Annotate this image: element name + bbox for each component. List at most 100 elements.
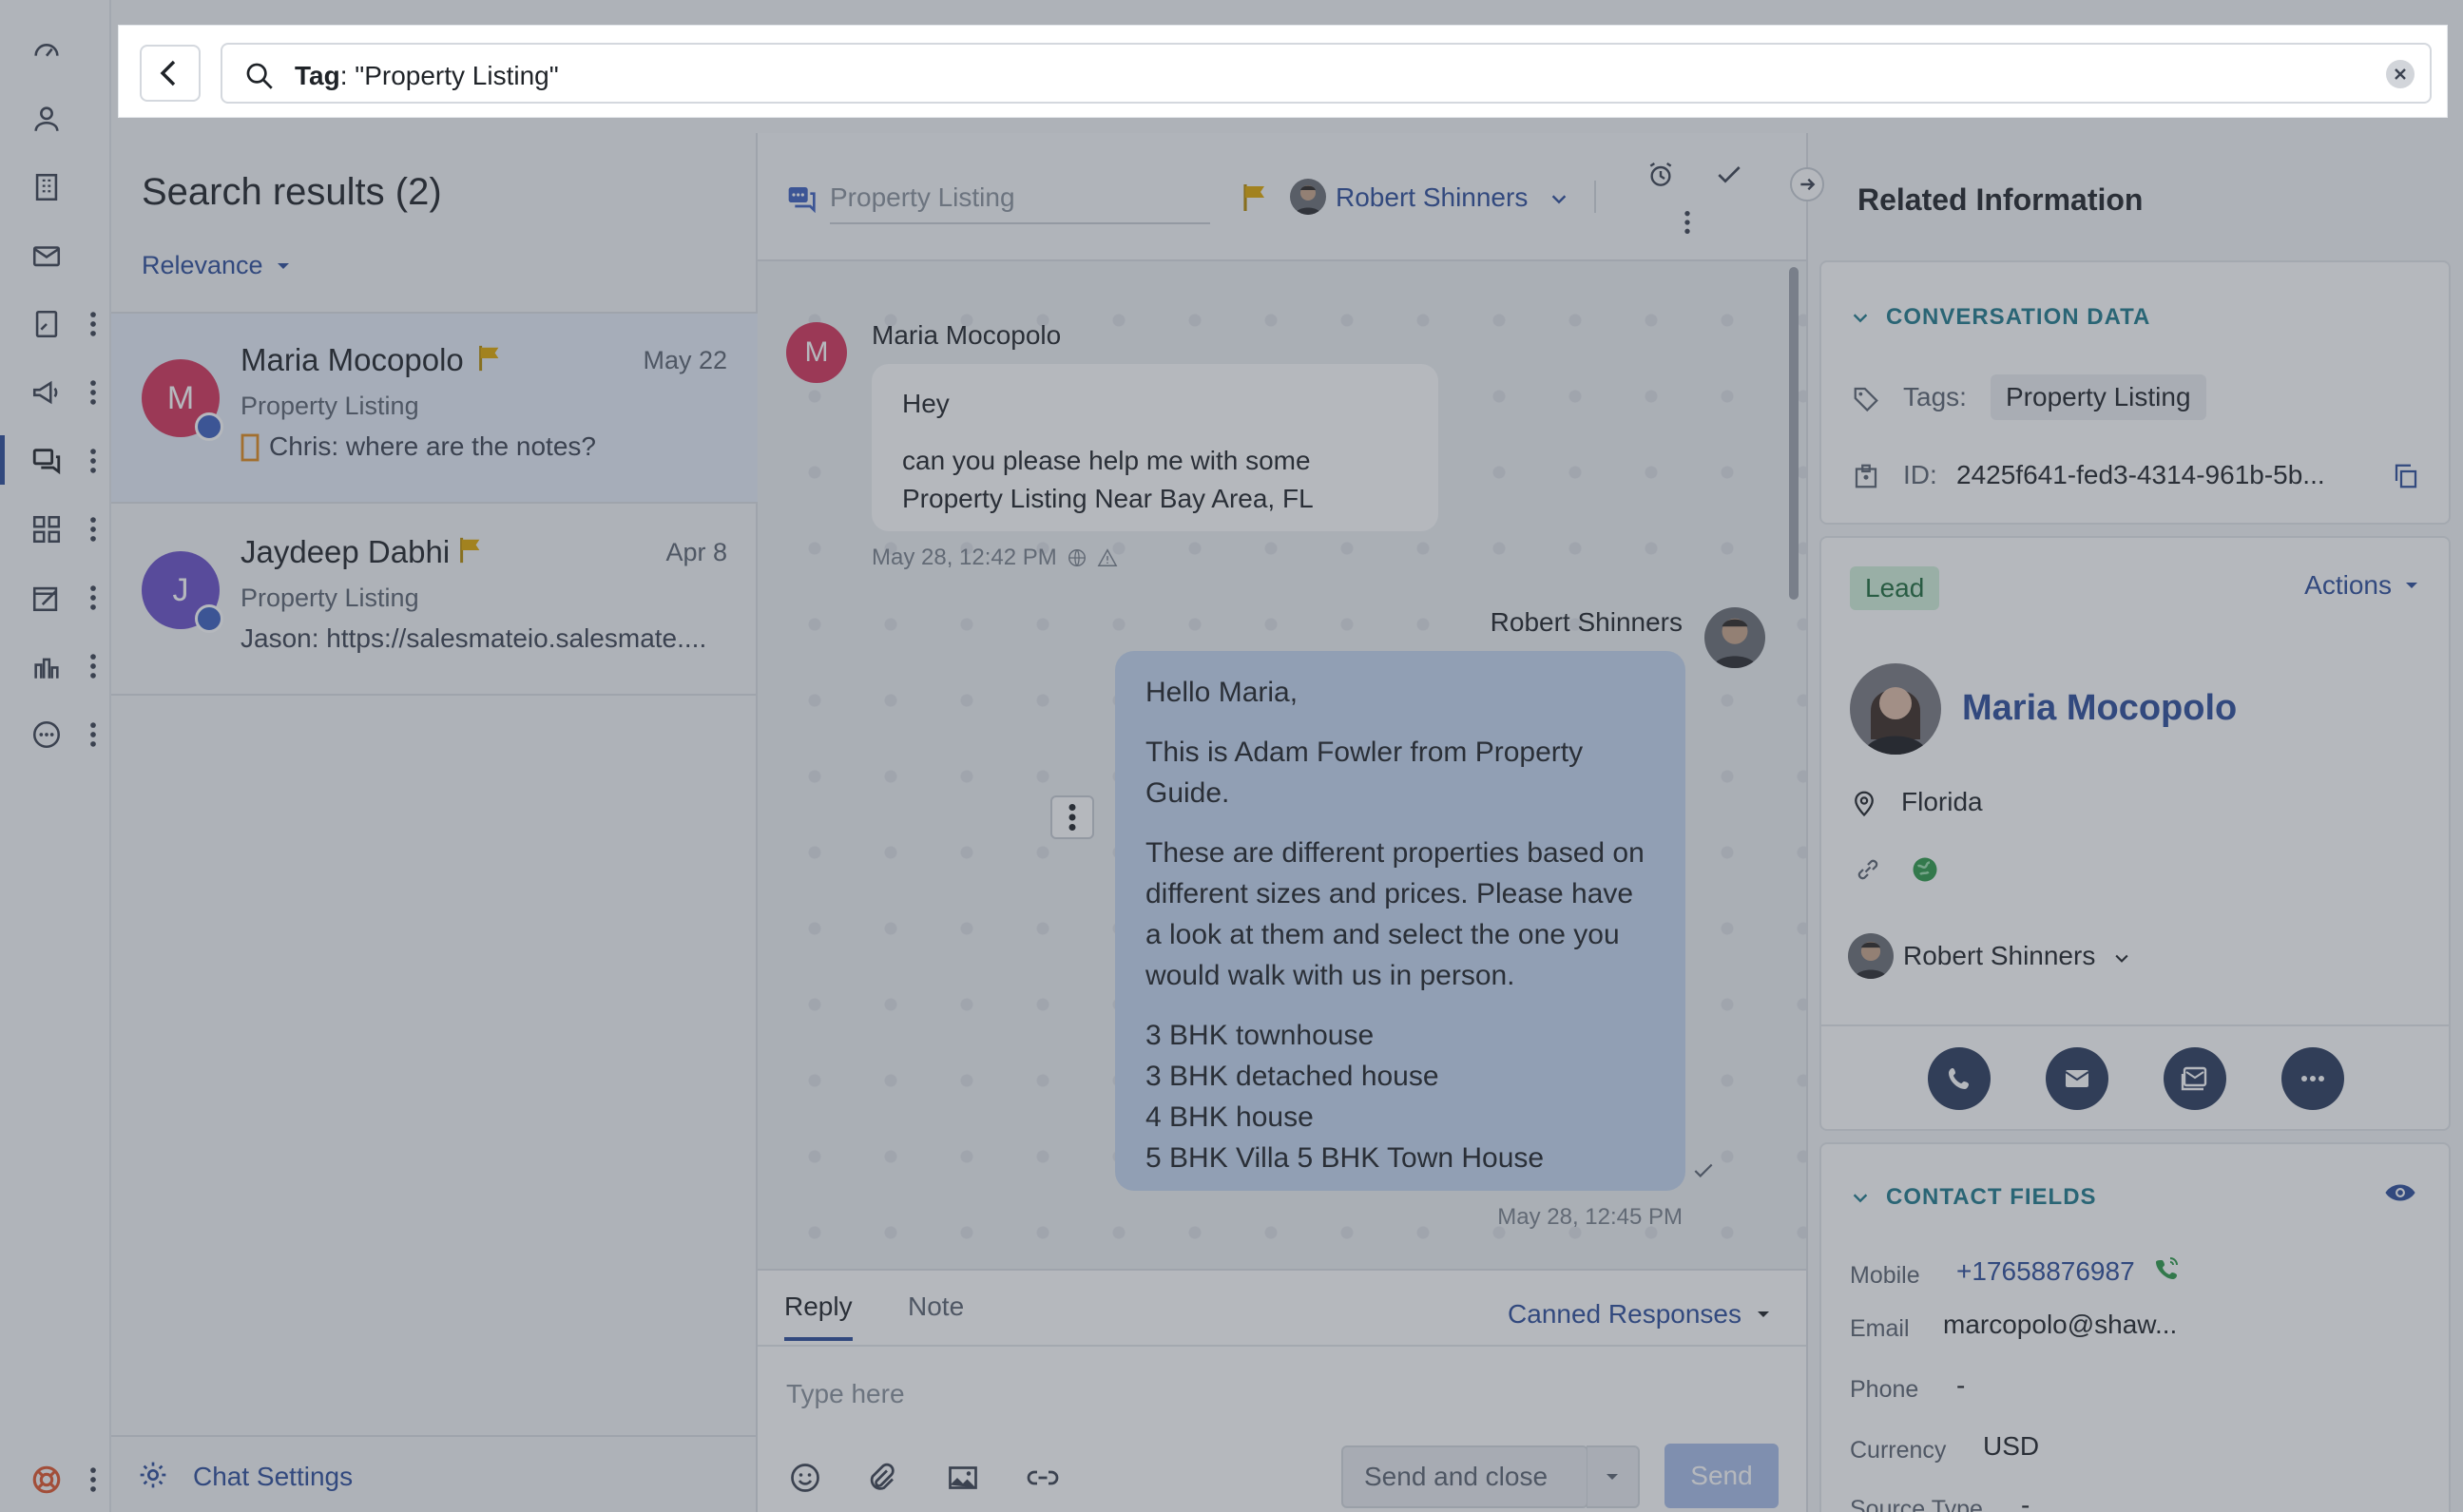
tab-reply[interactable]: Reply: [784, 1292, 853, 1341]
section-toggle[interactable]: CONVERSATION DATA: [1850, 304, 2150, 331]
conversation-title-input[interactable]: Property Listing: [830, 182, 1210, 224]
chat-channel-icon: [788, 187, 816, 213]
nav-campaigns[interactable]: [0, 363, 111, 420]
more-horizontal-icon: [2301, 1076, 2324, 1081]
nav-help[interactable]: [0, 1450, 111, 1507]
owner-name[interactable]: Robert Shinners: [1336, 182, 1528, 213]
nav-companies[interactable]: [0, 158, 111, 215]
scrollbar[interactable]: [1789, 267, 1799, 600]
nav-conversations[interactable]: [0, 431, 111, 488]
chevron-down-icon[interactable]: [2112, 948, 2131, 967]
call-button[interactable]: [1928, 1047, 1991, 1110]
nav-email[interactable]: [0, 226, 111, 283]
conversation-data-card: CONVERSATION DATA Tags: Property Listing…: [1819, 260, 2451, 525]
divider: [758, 1345, 1806, 1347]
more-vertical-icon[interactable]: [87, 445, 99, 477]
reply-input[interactable]: [786, 1375, 1775, 1413]
nav-reports[interactable]: [0, 637, 111, 694]
conversation-id: 2425f641-fed3-4314-961b-5b...: [1956, 460, 2325, 489]
incoming-message-bubble: Hey can you please help me with some Pro…: [872, 364, 1438, 531]
search-input[interactable]: Tag: "Property Listing": [221, 43, 2432, 104]
more-vertical-icon[interactable]: [87, 1464, 99, 1496]
image-icon[interactable]: [946, 1461, 980, 1495]
owner-avatar: [1848, 933, 1894, 979]
message-meta: May 28, 12:42 PM: [872, 545, 1118, 571]
caret-down-icon: [277, 262, 289, 269]
tab-note[interactable]: Note: [908, 1292, 964, 1322]
nav-forms[interactable]: [0, 568, 111, 625]
field-label: Source Type: [1850, 1496, 1983, 1512]
phone-call-icon[interactable]: [2156, 1256, 2179, 1279]
more-vertical-icon[interactable]: [87, 376, 99, 409]
gear-icon: [140, 1462, 166, 1488]
copy-icon[interactable]: [2392, 462, 2420, 490]
mail-icon: [2065, 1070, 2089, 1087]
collapse-panel-button[interactable]: [1790, 167, 1824, 201]
eye-icon[interactable]: [2384, 1180, 2416, 1205]
emoji-icon[interactable]: [788, 1461, 822, 1495]
message-list-item: 3 BHK townhouse: [1145, 1020, 1375, 1051]
note-icon: [241, 433, 260, 462]
nav-more[interactable]: [0, 705, 111, 762]
nav-contacts[interactable]: [0, 89, 111, 146]
contact-owner[interactable]: Robert Shinners: [1903, 941, 2095, 971]
chevron-down-icon[interactable]: [1549, 188, 1569, 209]
nav-sequences[interactable]: [0, 295, 111, 352]
divider: [1594, 181, 1596, 213]
send-button[interactable]: Send: [1664, 1444, 1779, 1508]
message-thread: M Maria Mocopolo Hey can you please help…: [758, 263, 1806, 1269]
field-value: marcopolo@shaw...: [1943, 1310, 2178, 1339]
send-and-close-button[interactable]: Send and close: [1341, 1445, 1588, 1508]
phone-icon: [1949, 1068, 1969, 1089]
contact-name-link[interactable]: Maria Mocopolo: [1962, 688, 2237, 729]
sort-label: Relevance: [142, 251, 263, 279]
more-vertical-icon[interactable]: [87, 650, 99, 682]
chat-settings-link[interactable]: Chat Settings: [111, 1435, 758, 1512]
search-value: : "Property Listing": [339, 61, 559, 90]
check-icon[interactable]: [1714, 160, 1744, 190]
field-value: USD: [1983, 1431, 2040, 1461]
person-icon: [34, 106, 59, 131]
megaphone-icon: [32, 380, 58, 405]
more-vertical-icon[interactable]: [87, 718, 99, 751]
alarm-clock-icon[interactable]: [1645, 160, 1676, 190]
stage-badge: Lead: [1850, 566, 1940, 610]
caret-down-icon: [1607, 1474, 1618, 1480]
more-vertical-icon[interactable]: [1682, 207, 1693, 238]
sender-name: Maria Mocopolo: [872, 320, 1062, 350]
more-vertical-icon[interactable]: [87, 513, 99, 545]
more-vertical-icon[interactable]: [87, 582, 99, 614]
canned-responses-label: Canned Responses: [1508, 1299, 1741, 1329]
navigation-rail: [0, 0, 111, 1512]
apps-grid-icon: [32, 515, 61, 544]
email-button[interactable]: [2046, 1047, 2108, 1110]
message-text: Hey: [902, 389, 950, 418]
result-item[interactable]: J Jaydeep Dabhi Apr 8 Property Listing J…: [111, 506, 758, 696]
tag-chip[interactable]: Property Listing: [1991, 374, 2206, 420]
back-button[interactable]: [140, 45, 201, 102]
sort-dropdown[interactable]: Relevance: [142, 251, 292, 280]
link-icon[interactable]: [1854, 855, 1882, 884]
message-options-button[interactable]: [1050, 795, 1094, 839]
more-actions-button[interactable]: [2281, 1047, 2344, 1110]
flag-icon[interactable]: [1241, 182, 1269, 213]
mobile-link[interactable]: +17658876987: [1956, 1256, 2135, 1287]
link-icon[interactable]: [1026, 1461, 1060, 1495]
more-vertical-icon[interactable]: [87, 308, 99, 340]
canned-responses-dropdown[interactable]: Canned Responses: [1508, 1299, 1772, 1330]
attachment-icon[interactable]: [864, 1461, 898, 1495]
nav-apps[interactable]: [0, 500, 111, 557]
message-button[interactable]: [2164, 1047, 2226, 1110]
close-icon: [2395, 68, 2406, 80]
chat-bubbles-icon: [32, 449, 61, 475]
clear-search-button[interactable]: [2386, 60, 2415, 88]
flag-icon: [479, 345, 499, 372]
website-globe-icon[interactable]: [1911, 855, 1939, 884]
section-toggle[interactable]: CONTACT FIELDS: [1850, 1184, 2097, 1211]
dashboard-icon: [34, 44, 59, 57]
actions-dropdown[interactable]: Actions: [2304, 570, 2420, 601]
result-item[interactable]: M Maria Mocopolo May 22 Property Listing…: [111, 314, 758, 504]
conversation-date: Apr 8: [665, 538, 727, 566]
send-options-dropdown[interactable]: [1587, 1445, 1640, 1508]
nav-dashboard[interactable]: [0, 21, 111, 78]
